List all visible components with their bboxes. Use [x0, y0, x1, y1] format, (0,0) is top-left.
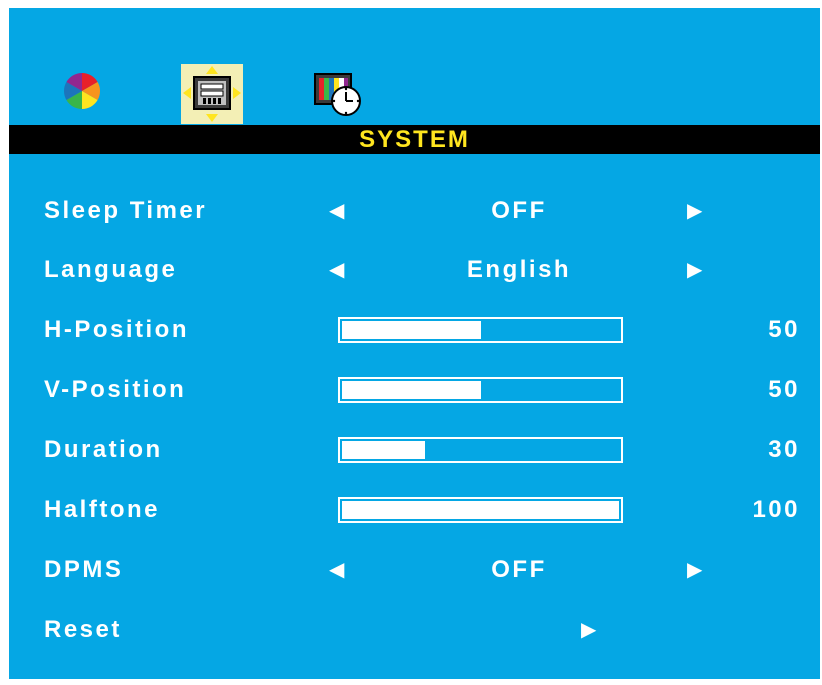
h-position-label: H-Position [44, 316, 189, 343]
menu-row-duration[interactable]: Duration 30 [9, 430, 820, 470]
duration-slider[interactable] [338, 437, 623, 463]
menu-row-dpms[interactable]: DPMS ◀ OFF ▶ [9, 550, 820, 590]
dpms-value: OFF [491, 556, 547, 583]
osd-menu: SYSTEM Sleep Timer ◀ OFF ▶ Language ◀ En… [9, 8, 820, 679]
system-settings-icon[interactable] [181, 64, 243, 124]
page-title: SYSTEM [359, 126, 470, 153]
left-arrow-icon[interactable]: ◀ [329, 250, 344, 290]
menu-row-language[interactable]: Language ◀ English ▶ [9, 250, 820, 290]
language-value: English [466, 256, 572, 283]
header-bar: SYSTEM [9, 125, 820, 154]
sleep-timer-label: Sleep Timer [44, 197, 208, 224]
menu-row-v-position[interactable]: V-Position 50 [9, 370, 820, 410]
menu-row-reset[interactable]: Reset ▶ [9, 610, 820, 650]
menu-row-halftone[interactable]: Halftone 100 [9, 490, 820, 530]
halftone-slider[interactable] [338, 497, 623, 523]
reset-label: Reset [44, 616, 122, 643]
left-arrow-icon[interactable]: ◀ [329, 191, 344, 231]
halftone-label: Halftone [44, 496, 160, 523]
left-arrow-icon[interactable]: ◀ [329, 550, 344, 590]
right-arrow-icon[interactable]: ▶ [687, 250, 702, 290]
h-position-slider-fill [342, 321, 481, 339]
h-position-slider[interactable] [338, 317, 623, 343]
menu-row-h-position[interactable]: H-Position 50 [9, 310, 820, 350]
halftone-slider-fill [342, 501, 619, 519]
v-position-slider-fill [342, 381, 481, 399]
dpms-label: DPMS [44, 556, 124, 583]
duration-slider-fill [342, 441, 425, 459]
menu-row-sleep-timer[interactable]: Sleep Timer ◀ OFF ▶ [9, 191, 820, 231]
duration-label: Duration [44, 436, 163, 463]
color-wheel-icon[interactable] [62, 71, 102, 111]
h-position-value: 50 [768, 316, 800, 343]
v-position-slider[interactable] [338, 377, 623, 403]
right-arrow-icon[interactable]: ▶ [581, 610, 596, 650]
right-arrow-icon[interactable]: ▶ [687, 550, 702, 590]
clock-screen-icon[interactable] [314, 73, 364, 117]
v-position-value: 50 [768, 376, 800, 403]
v-position-label: V-Position [44, 376, 187, 403]
language-label: Language [44, 256, 178, 283]
duration-value: 30 [768, 436, 800, 463]
sleep-timer-value: OFF [491, 197, 547, 224]
right-arrow-icon[interactable]: ▶ [687, 191, 702, 231]
halftone-value: 100 [752, 496, 800, 523]
